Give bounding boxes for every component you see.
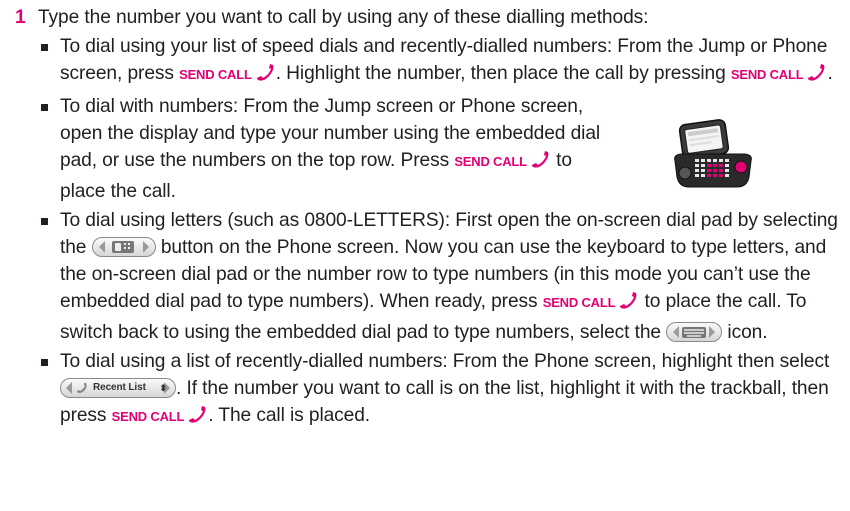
dial-pad-button-icon (91, 237, 156, 257)
handset-icon (254, 63, 276, 91)
list-item-recent: To dial using a list of recently-dialled… (38, 348, 848, 433)
handset-icon (186, 405, 208, 433)
speed-dial-text-b: . Highlight the number, then place the c… (275, 63, 731, 84)
send-call-key-label: SEND CALL (111, 409, 185, 424)
numbers-text: To dial with numbers: From the Jump scre… (60, 93, 620, 205)
letters-text: To dial using letters (such as 0800-LETT… (60, 207, 848, 346)
recent-list-label: Recent List (93, 382, 146, 393)
letters-text-d: icon. (722, 322, 768, 343)
list-item-speed-dial: To dial using your list of speed dials a… (38, 33, 848, 91)
send-call-key-label: SEND CALL (542, 295, 616, 310)
step-number: 1 (15, 7, 26, 28)
dialling-methods-list: To dial using your list of speed dials a… (38, 33, 848, 435)
handset-icon (805, 63, 827, 91)
send-call-key-label: SEND CALL (179, 67, 252, 82)
send-call-key-label: SEND CALL (730, 67, 804, 82)
speed-dial-text: To dial using your list of speed dials a… (60, 33, 848, 91)
recent-text: To dial using a list of recently-dialled… (60, 348, 848, 433)
recent-text-a: To dial using a list of recently-dialled… (60, 351, 830, 372)
list-item-numbers: To dial with numbers: From the Jump scre… (38, 93, 620, 205)
handset-icon (617, 291, 639, 319)
handset-icon (529, 150, 551, 178)
step-intro: Type the number you want to call by usin… (38, 7, 649, 28)
recent-list-button: Recent List ⬍ (60, 378, 176, 398)
recent-text-c: . The call is placed. (208, 405, 371, 426)
device-illustration (671, 117, 755, 190)
keyboard-button-icon (666, 322, 723, 342)
speed-dial-text-c: . (827, 63, 833, 84)
manual-page: 1 Type the number you want to call by us… (0, 0, 850, 511)
up-down-arrows-icon: ⬍ (159, 383, 168, 393)
send-call-key-label: SEND CALL (454, 154, 527, 169)
list-item-letters: To dial using letters (such as 0800-LETT… (38, 207, 848, 346)
